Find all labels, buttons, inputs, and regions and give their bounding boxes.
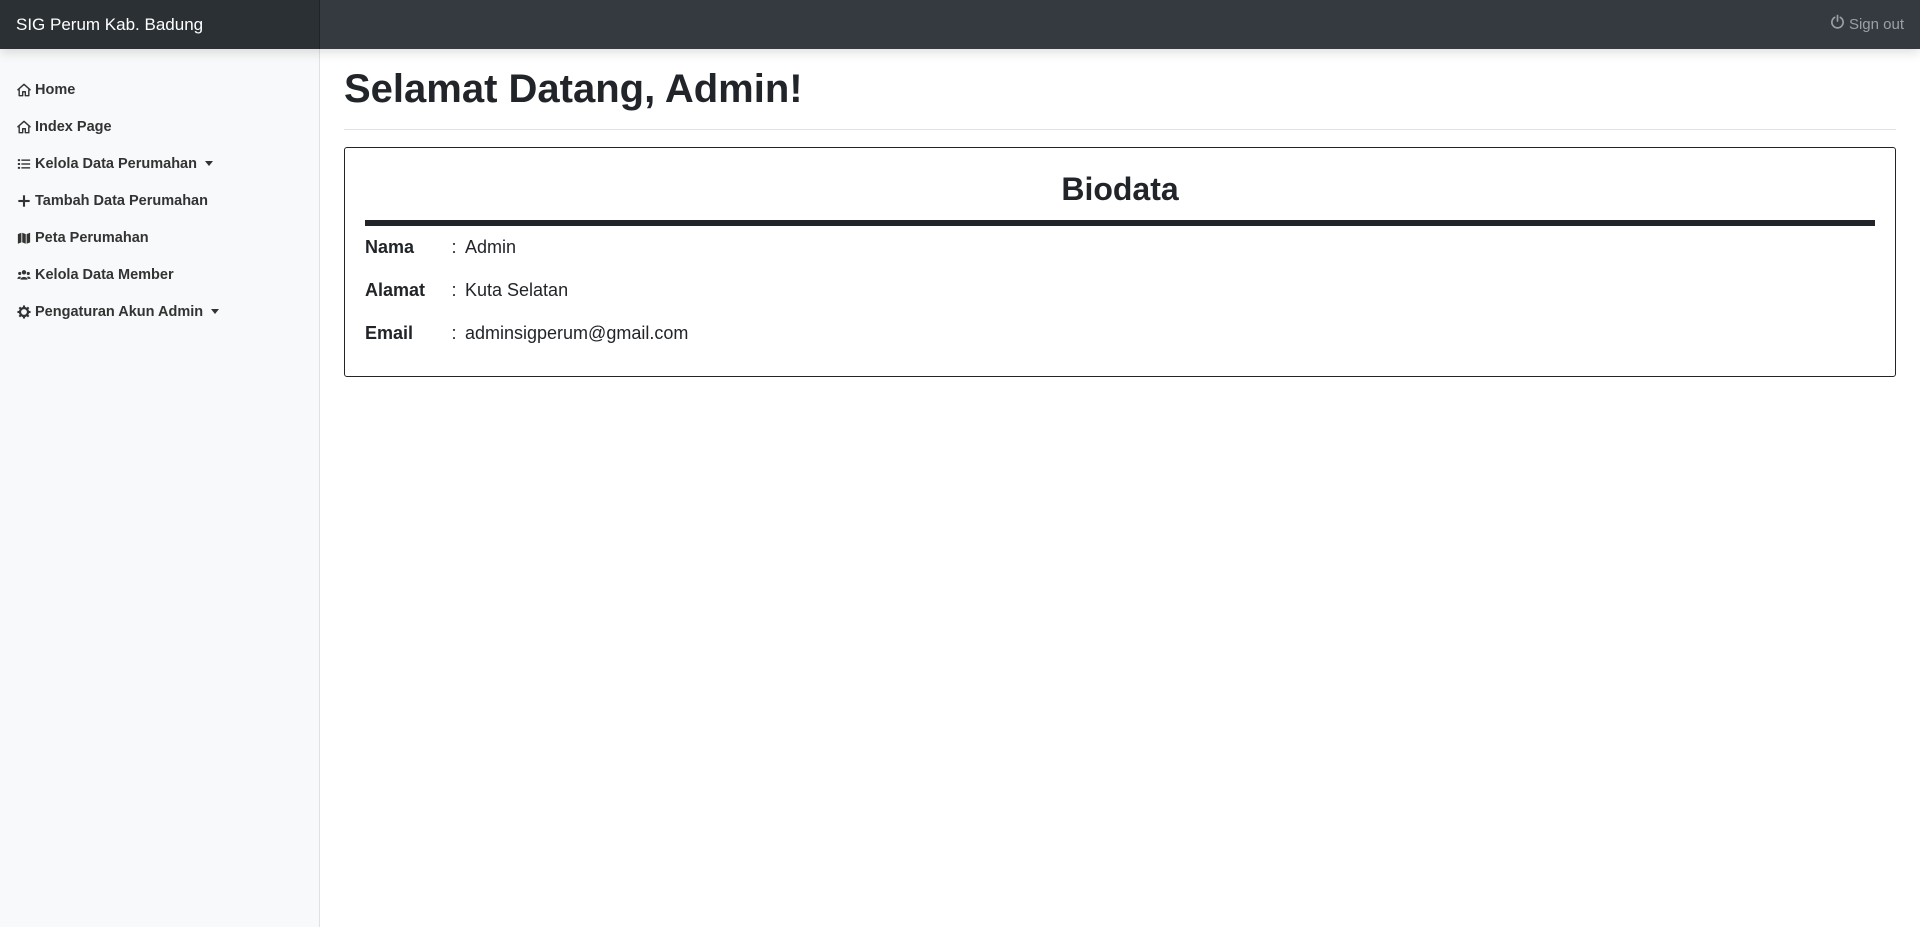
sign-out-label: Sign out — [1848, 16, 1904, 33]
plus-icon — [16, 194, 31, 208]
sidebar-item-label: Index Page — [35, 118, 112, 135]
sidebar-item-home[interactable]: Home — [0, 71, 319, 108]
biodata-card: Biodata Nama : Admin Alamat : Kuta Selat… — [344, 147, 1896, 377]
users-icon — [16, 268, 31, 282]
biodata-row-alamat: Alamat : Kuta Selatan — [365, 269, 1875, 312]
home-icon — [16, 120, 31, 134]
field-separator: : — [451, 323, 457, 343]
sidebar-item-kelola-data-perumahan[interactable]: Kelola Data Perumahan — [0, 145, 319, 182]
field-label: Email — [365, 323, 414, 343]
home-icon — [16, 83, 31, 97]
brand-link[interactable]: SIG Perum Kab. Badung — [0, 0, 320, 49]
chevron-down-icon — [211, 309, 220, 314]
sidebar: Home Index Page Kelola Data Perumahan Ta… — [0, 49, 320, 927]
chevron-down-icon — [204, 161, 213, 166]
field-label: Alamat — [365, 280, 426, 300]
power-icon — [1830, 0, 1845, 49]
sidebar-item-label: Pengaturan Akun Admin — [35, 303, 204, 320]
page-title: Selamat Datang, Admin! — [344, 67, 803, 111]
list-icon — [16, 157, 31, 171]
field-label: Nama — [365, 237, 415, 257]
main-content: Selamat Datang, Admin! Biodata Nama : Ad… — [344, 49, 1896, 377]
sidebar-item-label: Home — [35, 81, 76, 98]
field-value: adminsigperum@gmail.com — [465, 323, 689, 343]
map-icon — [16, 231, 31, 245]
biodata-row-email: Email : adminsigperum@gmail.com — [365, 312, 1875, 355]
field-value: Kuta Selatan — [465, 280, 569, 300]
sidebar-item-label: Tambah Data Perumahan — [35, 192, 208, 209]
sign-out-button[interactable]: Sign out — [1830, 0, 1904, 49]
sidebar-item-kelola-data-member[interactable]: Kelola Data Member — [0, 256, 319, 293]
field-value: Admin — [465, 237, 517, 257]
sidebar-item-label: Peta Perumahan — [35, 229, 149, 246]
card-title: Biodata — [1061, 171, 1179, 207]
sidebar-item-peta-perumahan[interactable]: Peta Perumahan — [0, 219, 319, 256]
field-separator: : — [451, 280, 457, 300]
divider — [344, 129, 1896, 130]
sidebar-item-label: Kelola Data Member — [35, 266, 174, 283]
biodata-row-nama: Nama : Admin — [365, 226, 1875, 269]
sidebar-item-index-page[interactable]: Index Page — [0, 108, 319, 145]
sidebar-item-tambah-data-perumahan[interactable]: Tambah Data Perumahan — [0, 182, 319, 219]
sidebar-item-label: Kelola Data Perumahan — [35, 155, 197, 172]
top-navbar: SIG Perum Kab. Badung Sign out — [0, 0, 1920, 49]
field-separator: : — [451, 237, 457, 257]
gear-icon — [16, 304, 31, 319]
sidebar-item-pengaturan-akun-admin[interactable]: Pengaturan Akun Admin — [0, 293, 319, 330]
